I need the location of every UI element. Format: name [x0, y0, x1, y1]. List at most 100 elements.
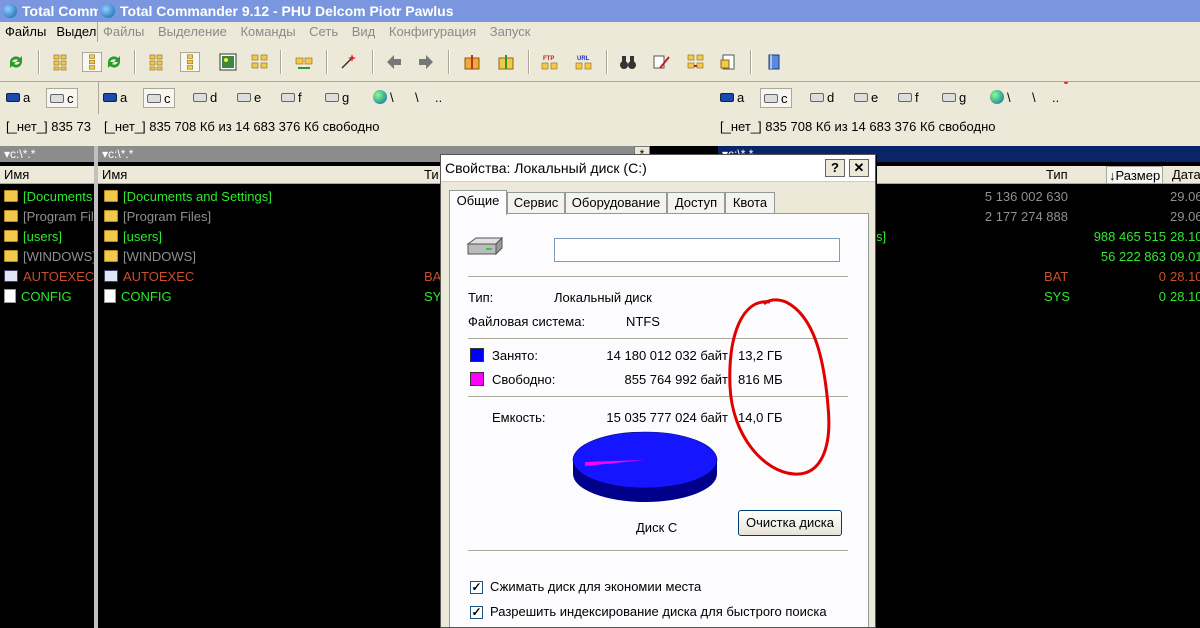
help-book-icon[interactable] [764, 52, 784, 72]
col-date[interactable]: Дата [1172, 166, 1200, 183]
binoculars-search-icon[interactable] [618, 52, 638, 72]
unpack-files-icon[interactable] [496, 52, 516, 72]
hard-drive-icon [466, 236, 504, 256]
file-icon [4, 289, 16, 303]
menu-configuration[interactable]: Конфигурация [389, 24, 476, 39]
multi-rename-icon[interactable] [652, 52, 672, 72]
drive-button-c[interactable]: c [143, 88, 175, 108]
list-item[interactable]: [WINDOWS] [4, 247, 94, 267]
drive-button-f[interactable]: f [898, 88, 919, 108]
tab-service[interactable]: Сервис [507, 192, 565, 214]
file-size: 0 [1158, 269, 1166, 284]
back-free-space-info: [_нет_] 835 73 [0, 114, 98, 146]
sync-dirs-icon[interactable] [686, 52, 706, 72]
drive-button-c[interactable]: c [760, 88, 792, 108]
select-files-icon[interactable] [338, 52, 358, 72]
drive-button-g[interactable]: g [942, 88, 966, 108]
list-item[interactable]: AUTOEXEC [104, 267, 194, 287]
col-type[interactable]: Тип [1046, 166, 1068, 183]
menu-commands[interactable]: Команды [240, 24, 295, 39]
refresh-icon-2[interactable] [104, 52, 124, 72]
drive-button-c[interactable]: c [46, 88, 78, 108]
globe-icon [990, 90, 1004, 104]
drive-button-network[interactable]: \ [990, 88, 1011, 108]
tree-view-icon[interactable] [250, 52, 270, 72]
left-column-header: Имя Ти [98, 166, 440, 184]
list-item[interactable]: [WINDOWS] [104, 247, 196, 267]
menu-select-back[interactable]: Выдел [56, 24, 96, 39]
tab-hardware[interactable]: Оборудование [565, 192, 667, 214]
drive-button-root[interactable]: \ [1032, 88, 1036, 108]
close-button[interactable]: ✕ [849, 159, 869, 177]
list-item[interactable]: [users] [4, 227, 62, 247]
index-checkbox[interactable]: ✓ [470, 606, 483, 619]
menu-network[interactable]: Сеть [309, 24, 338, 39]
drive-button-d[interactable]: d [193, 88, 217, 108]
menu-selection[interactable]: Выделение [158, 24, 227, 39]
menu-start[interactable]: Запуск [490, 24, 531, 39]
list-item[interactable]: CONFIG [104, 287, 172, 307]
drive-button-g[interactable]: g [325, 88, 349, 108]
back-arrow-icon[interactable] [384, 52, 404, 72]
total-commander-icon [101, 4, 115, 18]
brief-view-icon-2[interactable] [148, 52, 168, 72]
tab-sharing[interactable]: Доступ [667, 192, 725, 214]
globe-icon [373, 90, 387, 104]
compare-folders-icon[interactable] [294, 52, 314, 72]
drive-button-a[interactable]: a [720, 88, 744, 108]
drive-button-d[interactable]: d [810, 88, 834, 108]
file-name-fragment[interactable]: s] [876, 227, 886, 247]
fs-label: Файловая система: [468, 314, 586, 329]
thumbnails-icon[interactable] [218, 52, 238, 72]
list-item[interactable]: AUTOEXEC [4, 267, 94, 287]
right-column-header: Тип ↓Размер Дата [876, 166, 1200, 184]
drive-button-root[interactable]: \ [415, 88, 419, 108]
list-item[interactable]: CONFIG [4, 287, 72, 307]
help-button[interactable]: ? [825, 159, 845, 177]
compress-checkbox[interactable]: ✓ [470, 581, 483, 594]
menu-files-back[interactable]: Файлы [5, 24, 46, 39]
full-view-icon[interactable] [82, 52, 102, 72]
col-size-sorted[interactable]: ↓Размер [1106, 166, 1164, 183]
ftp-connect-icon[interactable]: FTP [540, 52, 560, 72]
used-bytes: 14 180 012 032 байт [606, 348, 728, 363]
drive-button-a[interactable]: a [103, 88, 127, 108]
toolbar: FTP URL [0, 42, 1200, 82]
refresh-icon[interactable] [6, 52, 26, 72]
col-name[interactable]: Имя [102, 166, 127, 183]
drive-button-f[interactable]: f [281, 88, 302, 108]
tab-general[interactable]: Общие [449, 190, 507, 215]
dialog-title: Свойства: Локальный диск (C:) [441, 155, 875, 182]
file-size: 988 465 515 [1093, 229, 1166, 244]
drive-button-up[interactable]: .. [1052, 88, 1059, 108]
drive-button-network[interactable]: \ [373, 88, 394, 108]
volume-label-input[interactable] [554, 238, 840, 262]
full-view-icon-2[interactable] [180, 52, 200, 72]
col-name[interactable]: Имя [4, 166, 29, 183]
back-path-bar[interactable]: ▾c:\*.* [0, 146, 94, 162]
list-item[interactable]: [users] [104, 227, 162, 247]
drive-button-up[interactable]: .. [435, 88, 442, 108]
disk-name-label: Диск C [636, 520, 678, 535]
drive-button-a[interactable]: a [6, 88, 30, 108]
brief-view-icon[interactable] [52, 52, 72, 72]
drive-button-e[interactable]: e [237, 88, 261, 108]
forward-arrow-icon[interactable] [416, 52, 436, 72]
tab-quota[interactable]: Квота [725, 192, 775, 214]
list-item[interactable]: [Program Files [4, 207, 94, 227]
list-item[interactable]: [Documents and Settings] [104, 187, 272, 207]
folder-icon [4, 250, 18, 262]
pack-files-icon[interactable] [462, 52, 482, 72]
list-item[interactable]: [Documents [4, 187, 92, 207]
disk-cleanup-button[interactable]: Очистка диска [738, 510, 842, 536]
file-date: 09.01 [1170, 249, 1200, 264]
file-icon [104, 289, 116, 303]
notepad-icon[interactable] [718, 52, 738, 72]
list-item[interactable]: [Program Files] [104, 207, 211, 227]
right-file-panel: 5 136 002 630 29.06 2 177 274 888 29.06 … [876, 185, 1200, 628]
menu-files[interactable]: Файлы [103, 24, 144, 39]
url-connect-icon[interactable]: URL [574, 52, 594, 72]
drive-button-e[interactable]: e [854, 88, 878, 108]
menu-view[interactable]: Вид [352, 24, 376, 39]
col-type[interactable]: Ти [424, 166, 439, 183]
